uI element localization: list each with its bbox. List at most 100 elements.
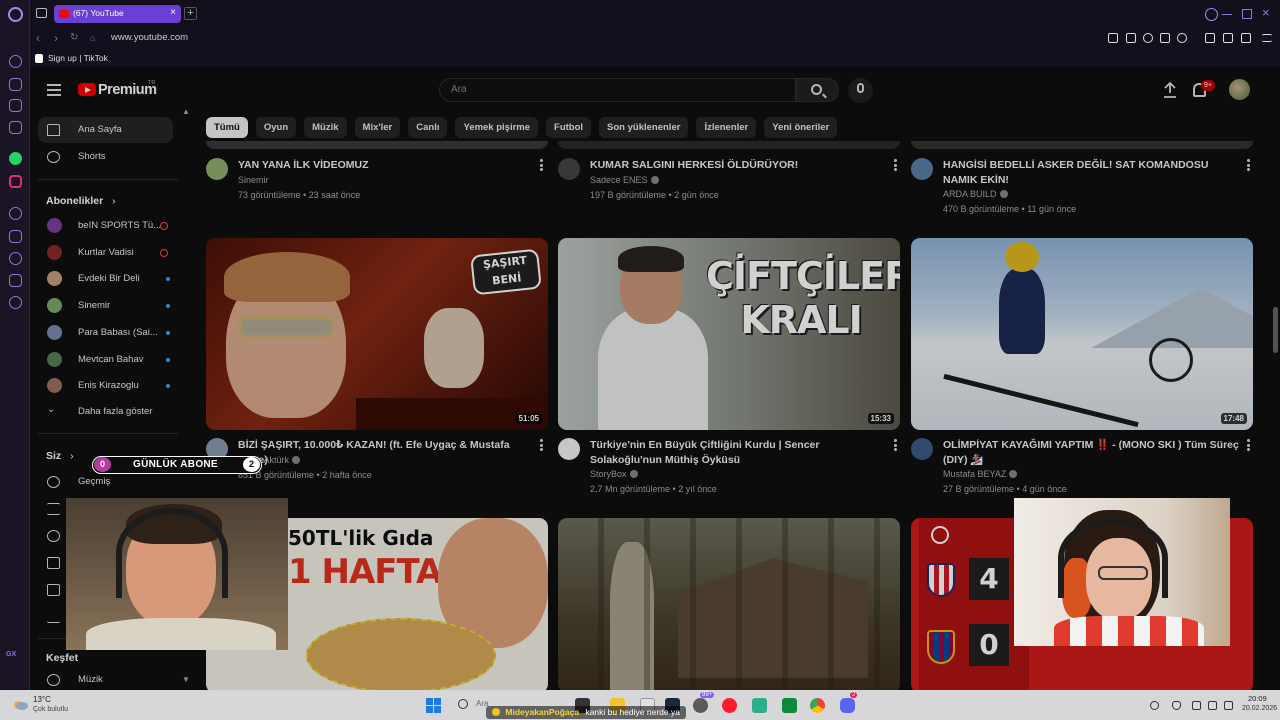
- microphone-tray-icon[interactable]: [1172, 701, 1181, 710]
- opera-logo-icon[interactable]: [8, 7, 23, 22]
- heart-icon[interactable]: [1177, 33, 1187, 43]
- channel-name[interactable]: StoryBox: [590, 469, 638, 479]
- channel-name[interactable]: Sinemir: [238, 175, 269, 185]
- video-thumbnail[interactable]: 17:48: [911, 238, 1253, 430]
- scroll-up-icon[interactable]: ▲: [182, 107, 190, 116]
- snapshot-icon[interactable]: [1126, 33, 1136, 43]
- tab-youtube[interactable]: (67) YouTube ×: [54, 5, 181, 23]
- video-thumbnail[interactable]: [911, 141, 1253, 149]
- back-icon[interactable]: ‹: [36, 31, 40, 45]
- more-options-icon[interactable]: [894, 159, 897, 171]
- video-title[interactable]: OLİMPİYAT KAYAĞIMI YAPTIM ‼️ - (MONO SKI…: [943, 438, 1243, 467]
- more-options-icon[interactable]: [540, 159, 543, 171]
- opera-gx-icon[interactable]: [722, 698, 737, 713]
- subscription-item[interactable]: Kurtlar Vadisi: [38, 240, 173, 266]
- volume-icon[interactable]: [1208, 701, 1217, 710]
- channel-name[interactable]: ARDA BUILD: [943, 189, 1008, 199]
- menu-icon[interactable]: [1262, 34, 1272, 42]
- subscriptions-heading[interactable]: Abonelikler ›: [46, 195, 116, 207]
- upload-icon[interactable]: [1163, 82, 1177, 98]
- sidebar-item-home[interactable]: Ana Sayfa: [38, 117, 173, 143]
- filter-chip[interactable]: Mix'ler: [354, 117, 401, 138]
- more-options-icon[interactable]: [540, 439, 543, 451]
- windows-start-icon[interactable]: [426, 698, 441, 713]
- cloud-weather-icon[interactable]: [12, 697, 28, 711]
- scrollbar[interactable]: [1273, 307, 1278, 353]
- video-thumbnail[interactable]: [558, 518, 900, 690]
- youtube-logo-icon[interactable]: [78, 83, 96, 96]
- player-icon[interactable]: [9, 207, 22, 220]
- channel-avatar[interactable]: [558, 158, 580, 180]
- video-title[interactable]: HANGİSİ BEDELLİ ASKER DEĞİL! SAT KOMANDO…: [943, 158, 1233, 187]
- account-avatar[interactable]: [1229, 79, 1250, 100]
- video-title[interactable]: KUMAR SALGINI HERKESİ ÖLDÜRÜYOR!: [590, 158, 880, 173]
- crypto-wallet-icon[interactable]: [9, 78, 22, 91]
- pin-extension-icon[interactable]: [1108, 33, 1118, 43]
- clock-date[interactable]: 20.02.2026: [1242, 705, 1277, 712]
- show-more-button[interactable]: ⌄ Daha fazla göster: [38, 399, 173, 425]
- app-icon[interactable]: [782, 698, 797, 713]
- sidebar-item-shorts[interactable]: Shorts: [38, 144, 173, 170]
- close-window-icon[interactable]: ×: [1262, 5, 1272, 20]
- search-button[interactable]: [796, 78, 839, 102]
- channel-avatar[interactable]: [911, 438, 933, 460]
- filter-chip[interactable]: Son yüklenenler: [599, 117, 689, 138]
- filter-chip[interactable]: İzlenenler: [696, 117, 757, 138]
- channel-name[interactable]: Mustafa BEYAZ: [943, 469, 1018, 479]
- weather-description[interactable]: Çok bulutlu: [33, 706, 68, 713]
- filter-chip[interactable]: Yeni öneriler: [764, 117, 838, 138]
- chrome-icon[interactable]: [810, 698, 825, 713]
- sidebar-item-music[interactable]: Müzik: [38, 667, 173, 690]
- instagram-icon[interactable]: [9, 175, 22, 188]
- more-options-icon[interactable]: [1247, 439, 1250, 451]
- new-tab-button[interactable]: +: [184, 7, 197, 20]
- hamburger-menu-icon[interactable]: [47, 84, 61, 96]
- app-icon[interactable]: [693, 698, 708, 713]
- voice-search-button[interactable]: [848, 78, 873, 103]
- forward-icon[interactable]: ›: [54, 31, 58, 45]
- history-icon[interactable]: [9, 252, 22, 265]
- channel-name[interactable]: Sadece ENES: [590, 175, 659, 185]
- bookmark-tiktok[interactable]: Sign up | TikTok: [48, 53, 108, 63]
- maximize-icon[interactable]: [1242, 9, 1252, 19]
- clock-time[interactable]: 20:09: [1248, 694, 1267, 703]
- tab-close-icon[interactable]: ×: [170, 7, 176, 18]
- search-tabs-icon[interactable]: [1205, 8, 1218, 21]
- video-thumbnail[interactable]: [206, 141, 548, 149]
- minimize-icon[interactable]: [1222, 9, 1232, 15]
- pinboard-icon[interactable]: [9, 230, 22, 243]
- channel-avatar[interactable]: [206, 158, 228, 180]
- filter-chip[interactable]: Yemek pişirme: [455, 117, 539, 138]
- search-input[interactable]: Ara: [439, 78, 796, 102]
- filter-chip[interactable]: Tümü: [206, 117, 248, 138]
- more-options-icon[interactable]: [894, 439, 897, 451]
- subscription-item[interactable]: beIN SPORTS Tü...: [38, 213, 173, 239]
- twitch-icon[interactable]: [9, 121, 22, 134]
- subscription-item[interactable]: Sinemir: [38, 293, 173, 319]
- filter-chip[interactable]: Oyun: [255, 117, 297, 138]
- channel-avatar[interactable]: [558, 438, 580, 460]
- video-title[interactable]: Türkiye'nin En Büyük Çiftliğini Kurdu | …: [590, 438, 886, 467]
- download-icon[interactable]: [1241, 33, 1251, 43]
- aria-icon[interactable]: [9, 55, 22, 68]
- video-thumbnail[interactable]: [558, 141, 900, 149]
- video-thumbnail[interactable]: ŞAŞIRT BENİ 51:05: [206, 238, 548, 430]
- workspace-icon[interactable]: [36, 8, 47, 18]
- reload-icon[interactable]: ↻: [70, 32, 78, 43]
- subscription-item[interactable]: Para Babası (Sai...: [38, 320, 173, 346]
- scroll-down-icon[interactable]: ▼: [182, 675, 190, 684]
- video-title[interactable]: YAN YANA İLK VİDEOMUZ: [238, 158, 528, 173]
- subscription-item[interactable]: Enis Kirazoglu: [38, 373, 173, 399]
- gx-corner-icon[interactable]: [9, 99, 22, 112]
- you-heading[interactable]: Siz ›: [46, 450, 74, 462]
- settings-icon[interactable]: [9, 296, 22, 309]
- video-thumbnail[interactable]: ÇİFTÇİLER KRALI 15:33: [558, 238, 900, 430]
- filter-chip[interactable]: Canlı: [408, 117, 448, 138]
- channel-avatar[interactable]: [911, 158, 933, 180]
- subscription-item[interactable]: Mevtcan Bahav: [38, 347, 173, 373]
- player-extension-icon[interactable]: [1160, 33, 1170, 43]
- shield-icon[interactable]: [1143, 33, 1153, 43]
- filter-chip[interactable]: Müzik: [304, 117, 347, 138]
- tray-chevron-icon[interactable]: [1150, 701, 1159, 710]
- wallet-icon[interactable]: [1223, 33, 1233, 43]
